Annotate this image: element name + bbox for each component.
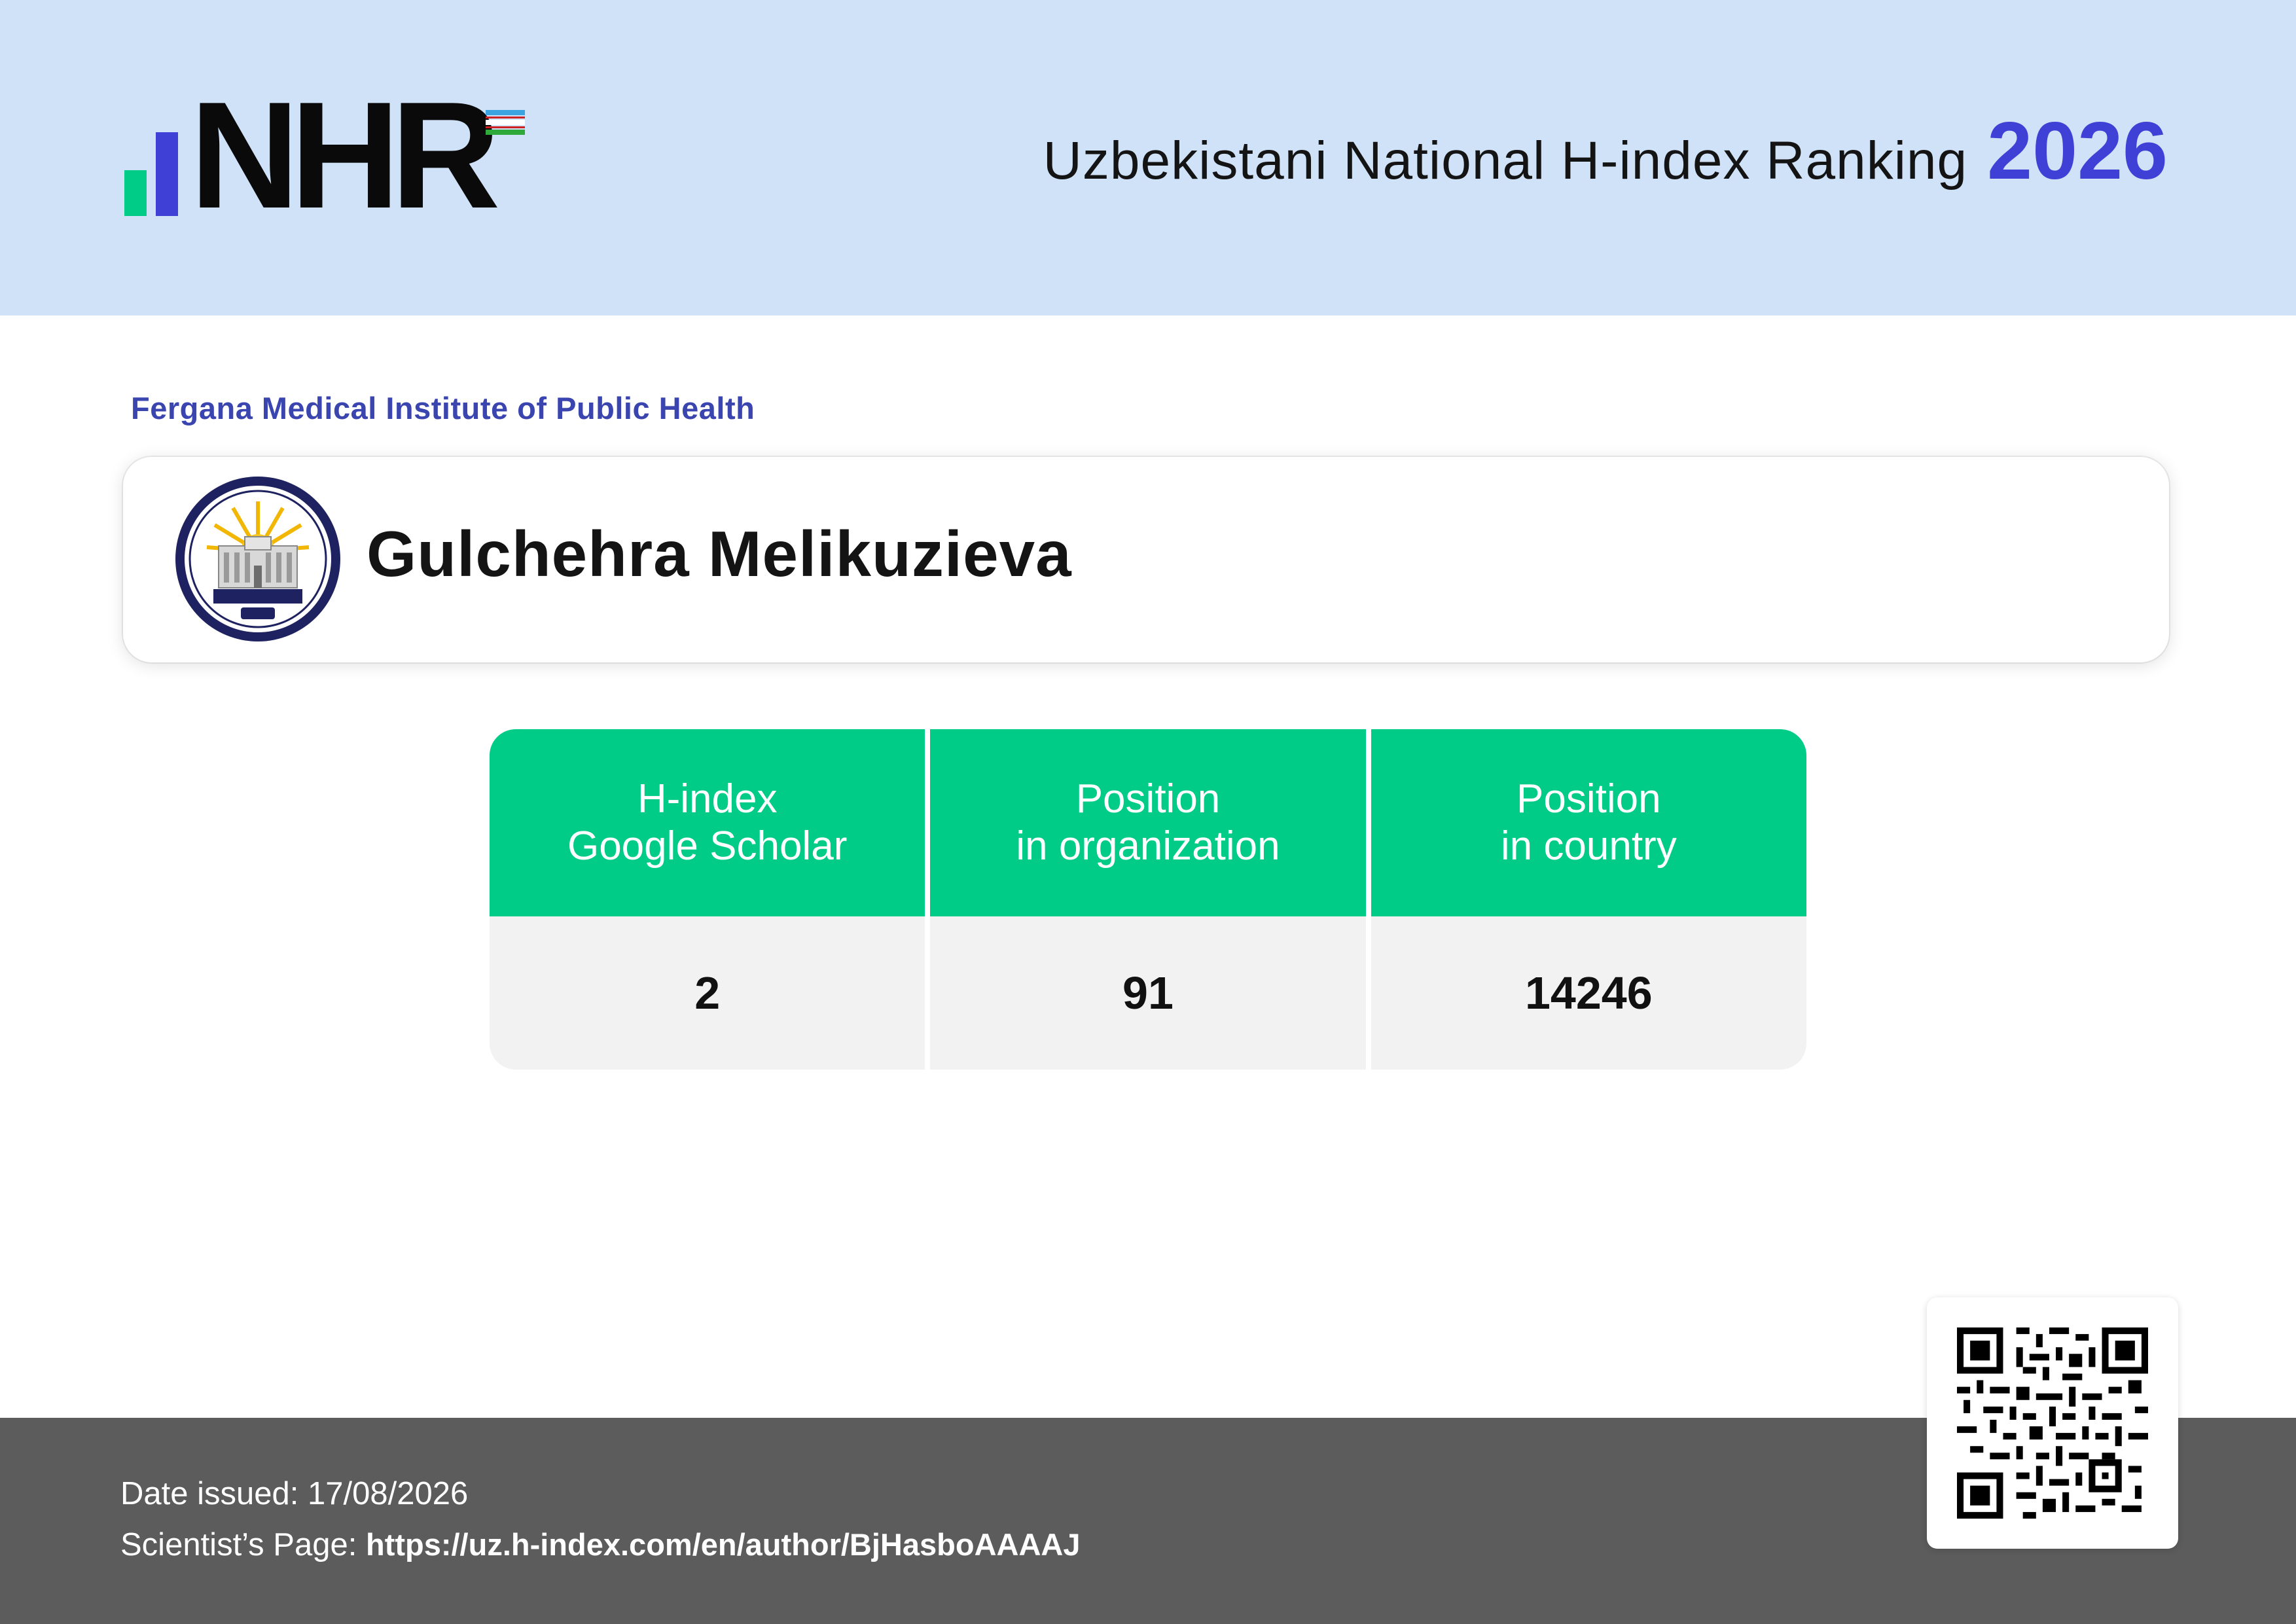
stat-value: 14246 bbox=[1371, 916, 1806, 1070]
stat-value: 91 bbox=[930, 916, 1366, 1070]
logo-bar-green bbox=[124, 170, 147, 216]
stat-header-line2: Google Scholar bbox=[567, 823, 848, 869]
stat-header-line2: in organization bbox=[1016, 823, 1280, 869]
scientist-page-label: Scientist’s Page: bbox=[120, 1527, 357, 1562]
logo-text: NHR bbox=[190, 71, 501, 240]
ranking-title: Uzbekistani National H-index Ranking 202… bbox=[1043, 105, 2168, 209]
date-issued-value: 17/08/2026 bbox=[308, 1476, 469, 1511]
qr-code-icon[interactable] bbox=[1957, 1327, 2148, 1519]
stat-position-organization: Position in organization 91 bbox=[930, 729, 1366, 1070]
stat-header-line1: H-index bbox=[637, 776, 778, 821]
nhr-logo: NHR bbox=[124, 80, 543, 232]
stat-hindex: H-index Google Scholar 2 bbox=[490, 729, 925, 1070]
header: NHR Uzbekistani National H-index Ranking… bbox=[0, 0, 2296, 316]
ranking-title-text: Uzbekistani National H-index Ranking bbox=[1043, 131, 1968, 190]
scientist-page-link[interactable]: https://uz.h-index.com/en/author/BjHasbo… bbox=[366, 1527, 1081, 1562]
stat-header: Position in organization bbox=[930, 729, 1366, 916]
uzbekistan-flag-icon bbox=[486, 110, 525, 136]
logo-bar-blue bbox=[156, 132, 178, 216]
date-issued-label: Date issued: bbox=[120, 1476, 299, 1511]
stat-header-line2: in country bbox=[1500, 823, 1677, 869]
qr-code-card bbox=[1927, 1297, 2178, 1549]
stat-header: H-index Google Scholar bbox=[490, 729, 925, 916]
stats-table: H-index Google Scholar 2 Position in org… bbox=[490, 729, 1806, 1070]
stat-header-line1: Position bbox=[1075, 776, 1221, 821]
institute-seal-icon bbox=[175, 477, 340, 641]
scientist-name: Gulchehra Melikuzieva bbox=[367, 518, 1072, 590]
scientist-card: Gulchehra Melikuzieva bbox=[123, 457, 2169, 662]
stat-header-line1: Position bbox=[1516, 776, 1661, 821]
stat-header: Position in country bbox=[1371, 729, 1806, 916]
organization-name: Fergana Medical Institute of Public Heal… bbox=[131, 391, 755, 425]
date-issued: Date issued: 17/08/2026 bbox=[120, 1475, 468, 1512]
scientist-page: Scientist’s Page: https://uz.h-index.com… bbox=[120, 1526, 1080, 1563]
stat-value: 2 bbox=[490, 916, 925, 1070]
stat-position-country: Position in country 14246 bbox=[1371, 729, 1806, 1070]
ranking-year: 2026 bbox=[1987, 106, 2168, 196]
